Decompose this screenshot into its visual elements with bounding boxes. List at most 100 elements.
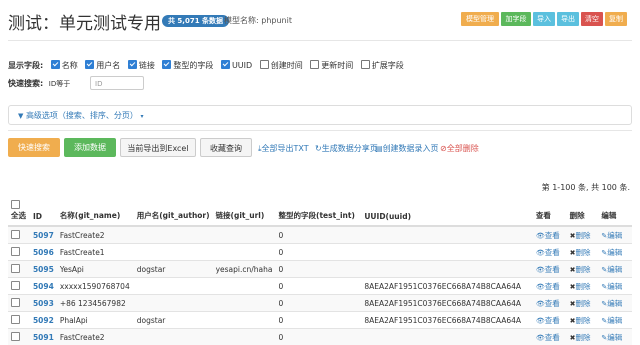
row-id[interactable]: 5096 [30,244,57,261]
row-id[interactable]: 5094 [30,278,57,295]
row-checkbox-cell[interactable] [8,226,30,244]
row-uuid [361,261,533,278]
pager-info: 第 1-100 条, 共 100 条. [542,182,630,193]
row-checkbox-cell[interactable] [8,312,30,329]
model-manage-button[interactable]: 模型管理 [461,12,499,26]
delete-link[interactable]: ✖删除 [567,295,599,312]
view-link[interactable]: 👁查看 [533,244,567,261]
row-int: 0 [276,329,362,345]
eye-icon: 👁 [536,317,545,325]
row-checkbox[interactable] [11,315,20,324]
row-id[interactable]: 5091 [30,329,57,345]
advanced-options-label: 高级选项（搜索、排序、分页） [26,111,138,120]
row-checkbox[interactable] [11,281,20,290]
add-data-button[interactable]: 添加数据 [64,138,116,157]
view-link[interactable]: 👁查看 [533,261,567,278]
uuid-header[interactable]: UUID(uuid) [361,196,533,226]
row-checkbox[interactable] [11,332,20,341]
table-row: 5094xxxxx159076870408AEA2AF1951C0376EC66… [8,278,632,295]
row-id[interactable]: 5095 [30,261,57,278]
row-checkbox[interactable] [11,264,20,273]
row-id[interactable]: 5093 [30,295,57,312]
eye-icon: 👁 [536,334,545,342]
delete-link[interactable]: ✖删除 [567,244,599,261]
import-button[interactable]: 导入 [533,12,555,26]
row-name: PhalApi [57,312,134,329]
view-link[interactable]: 👁查看 [533,226,567,244]
view-link[interactable]: 👁查看 [533,312,567,329]
row-user: dogstar [134,261,213,278]
copy-button[interactable]: 复制 [605,12,627,26]
delete-all-link[interactable]: ⊘全部删除 [440,143,479,154]
export-excel-button[interactable]: 当前导出到Excel [120,138,196,157]
int-header[interactable]: 整型的字段(test_int) [276,196,362,226]
view-link[interactable]: 👁查看 [533,295,567,312]
quick-search-button[interactable]: 快速搜索 [8,138,60,157]
field-checkbox-ext[interactable] [361,60,370,69]
field-checkbox-updated[interactable] [310,60,319,69]
row-name: xxxxx1590768704 [57,278,134,295]
import-page-link[interactable]: ▤创建数据录入页 [375,143,439,154]
view-link[interactable]: 👁查看 [533,278,567,295]
edit-link[interactable]: ✎编辑 [598,226,632,244]
field-checkbox-int[interactable] [162,60,171,69]
row-checkbox[interactable] [11,247,20,256]
row-checkbox-cell[interactable] [8,244,30,261]
filter-icon: ▼ [18,112,23,120]
refresh-icon: ↻ [315,144,322,153]
row-int: 0 [276,244,362,261]
view-link[interactable]: 👁查看 [533,329,567,345]
table-row: 5096FastCreate10👁查看✖删除✎编辑 [8,244,632,261]
row-url [213,329,276,345]
delete-header: 删除 [567,196,599,226]
clear-button[interactable]: 清空 [581,12,603,26]
row-checkbox-cell[interactable] [8,295,30,312]
name-header[interactable]: 名称(git_name) [57,196,134,226]
row-checkbox[interactable] [11,230,20,239]
row-user [134,295,213,312]
field-label-int: 整型的字段 [173,61,213,70]
row-id[interactable]: 5097 [30,226,57,244]
delete-link[interactable]: ✖删除 [567,226,599,244]
row-id[interactable]: 5092 [30,312,57,329]
row-name: FastCreate2 [57,329,134,345]
row-checkbox[interactable] [11,298,20,307]
select-all-checkbox[interactable] [11,200,20,209]
select-all-header[interactable]: 全选 [8,196,30,226]
row-checkbox-cell[interactable] [8,329,30,345]
delete-link[interactable]: ✖删除 [567,312,599,329]
id-header[interactable]: ID [30,196,57,226]
table-row: 5095YesApidogstaryesapi.cn/haha0👁查看✖删除✎编… [8,261,632,278]
edit-header: 编辑 [598,196,632,226]
quick-search-input[interactable]: ID [90,76,144,90]
export-button[interactable]: 导出 [557,12,579,26]
field-checkbox-name[interactable] [51,60,60,69]
display-fields-label: 显示字段: [8,61,43,70]
edit-link[interactable]: ✎编辑 [598,295,632,312]
row-checkbox-cell[interactable] [8,261,30,278]
share-page-link[interactable]: ↻生成数据分享页 [315,143,378,154]
edit-link[interactable]: ✎编辑 [598,312,632,329]
edit-link[interactable]: ✎编辑 [598,244,632,261]
url-header[interactable]: 链接(git_url) [213,196,276,226]
favorite-query-button[interactable]: 收藏查询 [200,138,252,157]
row-name: +86 1234567982 [57,295,134,312]
field-checkbox-url[interactable] [128,60,137,69]
edit-link[interactable]: ✎编辑 [598,278,632,295]
field-checkbox-uuid[interactable] [221,60,230,69]
delete-link[interactable]: ✖删除 [567,278,599,295]
edit-link[interactable]: ✎编辑 [598,261,632,278]
delete-link[interactable]: ✖删除 [567,329,599,345]
advanced-options-toggle[interactable]: ▼ 高级选项（搜索、排序、分页） ▾ [18,110,144,121]
field-checkbox-created[interactable] [260,60,269,69]
user-header[interactable]: 用户名(git_author) [134,196,213,226]
row-checkbox-cell[interactable] [8,278,30,295]
row-user: dogstar [134,312,213,329]
quick-search-sublabel: ID等于 [49,80,70,88]
edit-link[interactable]: ✎编辑 [598,329,632,345]
field-checkbox-user[interactable] [85,60,94,69]
add-field-button[interactable]: 加字段 [501,12,531,26]
delete-link[interactable]: ✖删除 [567,261,599,278]
export-txt-link[interactable]: ⤓全部导出TXT [258,143,309,154]
divider [8,40,632,41]
